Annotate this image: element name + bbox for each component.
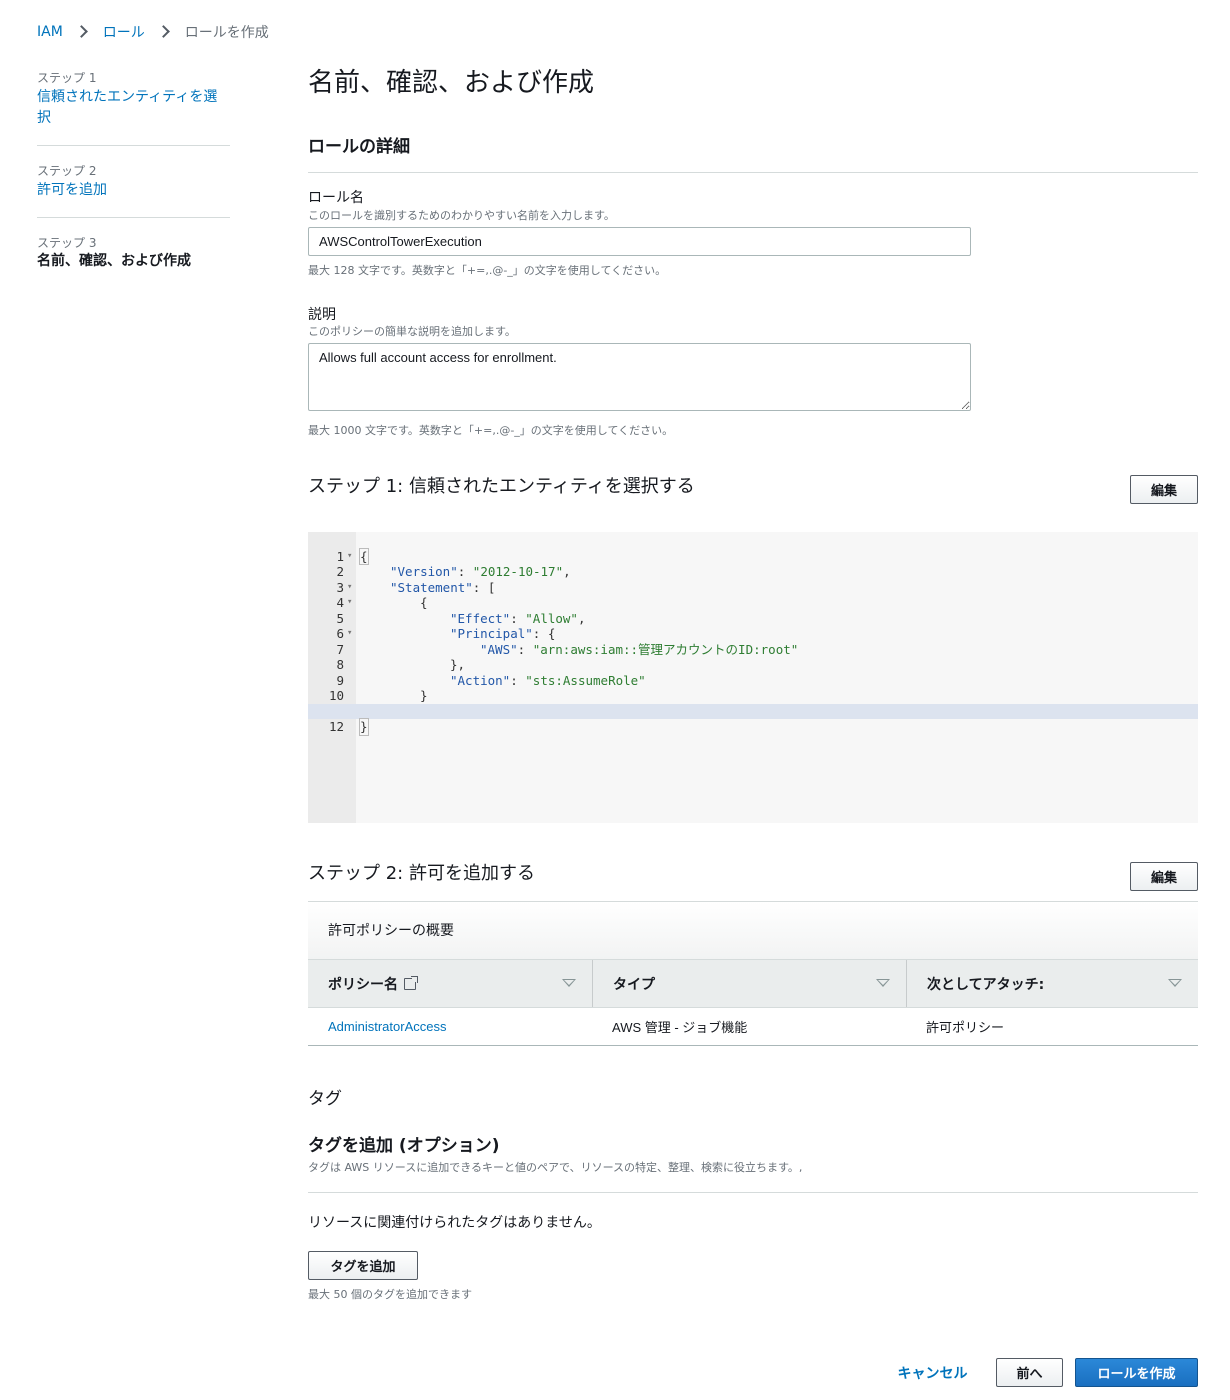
policy-link[interactable]: AdministratorAccess bbox=[328, 1019, 446, 1034]
role-name-description: このロールを識別するためのわかりやすい名前を入力します。 bbox=[308, 209, 615, 222]
code-line-active: 12} bbox=[308, 703, 1198, 736]
code-line: 10} bbox=[308, 673, 1198, 703]
table-caption: 許可ポリシーの概要 bbox=[308, 902, 1198, 960]
breadcrumb-current: ロールを作成 bbox=[184, 25, 269, 41]
wizard-steps-nav: ステップ 1 信頼されたエンティティを選択 ステップ 2 許可を追加 ステップ … bbox=[37, 70, 230, 305]
step-link-add-permissions[interactable]: 許可を追加 bbox=[37, 182, 107, 198]
column-header-policy-name[interactable]: ポリシー名 bbox=[308, 960, 592, 1007]
tags-limit-hint: 最大 50 個のタグを追加できます bbox=[308, 1288, 472, 1301]
permission-policies-table: 許可ポリシーの概要 ポリシー名 タイプ 次としてアタッチ: Administra… bbox=[308, 901, 1198, 1046]
description-hint: 最大 1000 文字です。英数字と「+=,.@-_」の文字を使用してください。 bbox=[308, 424, 674, 437]
create-role-button[interactable]: ロールを作成 bbox=[1075, 1358, 1198, 1387]
role-name-input[interactable] bbox=[308, 227, 971, 256]
code-line: 8}, bbox=[308, 642, 1198, 672]
code-line: 11] bbox=[308, 688, 1198, 719]
step-link-select-entity[interactable]: 信頼されたエンティティを選択 bbox=[37, 89, 217, 126]
step2-section-title: ステップ 2: 許可を追加する bbox=[308, 863, 535, 884]
step-number: ステップ 1 bbox=[37, 71, 97, 85]
no-tags-message: リソースに関連付けられたタグはありません。 bbox=[308, 1215, 601, 1231]
role-name-label: ロール名 bbox=[308, 190, 364, 206]
step1-edit-button[interactable]: 編集 bbox=[1130, 475, 1198, 504]
chevron-right-icon bbox=[75, 24, 91, 40]
attached-as-cell: 許可ポリシー bbox=[926, 1020, 1005, 1035]
trust-policy-code-editor[interactable]: 1 ▾{ 2 "Version": "2012-10-17", 3 ▾ "Stateme… bbox=[308, 532, 1198, 823]
code-line: 7 "AWS": "arn:aws:iam::管理アカウントのID:root" bbox=[308, 626, 1198, 657]
code-line: 4 ▾{ bbox=[308, 580, 1198, 610]
previous-button[interactable]: 前へ bbox=[996, 1358, 1063, 1387]
column-label: 次としてアタッチ: bbox=[927, 976, 1045, 993]
policy-type-cell: AWS 管理 - ジョブ機能 bbox=[612, 1020, 748, 1035]
column-header-type[interactable]: タイプ bbox=[592, 960, 906, 1007]
step2-edit-button[interactable]: 編集 bbox=[1130, 862, 1198, 891]
wizard-step-2: ステップ 2 許可を追加 bbox=[37, 163, 230, 218]
role-details-title: ロールの詳細 bbox=[308, 137, 410, 157]
sort-triangle-icon[interactable] bbox=[562, 979, 576, 987]
divider bbox=[308, 1192, 1198, 1193]
tags-description: タグは AWS リソースに追加できるキーと値のペアで、リソースの特定、整理、検索… bbox=[308, 1161, 803, 1174]
sort-triangle-icon[interactable] bbox=[1168, 979, 1182, 987]
description-textarea[interactable]: Allows full account access for enrollmen… bbox=[308, 343, 971, 411]
chevron-right-icon bbox=[157, 24, 173, 40]
step-number: ステップ 3 bbox=[37, 236, 97, 250]
page-title: 名前、確認、および作成 bbox=[308, 68, 595, 98]
code-text: } bbox=[359, 718, 369, 736]
breadcrumb-iam[interactable]: IAM bbox=[37, 24, 63, 40]
step-number: ステップ 2 bbox=[37, 164, 97, 178]
wizard-step-3: ステップ 3 名前、確認、および作成 bbox=[37, 235, 230, 288]
description-label: 説明 bbox=[308, 307, 336, 323]
external-link-icon bbox=[404, 974, 419, 990]
code-line: 5 "Effect": "Allow", bbox=[308, 595, 1198, 626]
step-current-review: 名前、確認、および作成 bbox=[37, 253, 191, 269]
cancel-button[interactable]: キャンセル bbox=[885, 1362, 980, 1384]
role-name-hint: 最大 128 文字です。英数字と「+=,.@-_」の文字を使用してください。 bbox=[308, 264, 667, 277]
step1-section-title: ステップ 1: 信頼されたエンティティを選択する bbox=[308, 476, 695, 497]
code-line: 9 "Action": "sts:AssumeRole" bbox=[308, 657, 1198, 688]
breadcrumb-roles[interactable]: ロール bbox=[103, 22, 145, 42]
sort-triangle-icon[interactable] bbox=[876, 979, 890, 987]
policy-name-cell: AdministratorAccess bbox=[308, 1019, 592, 1034]
add-tag-button[interactable]: タグを追加 bbox=[308, 1251, 418, 1280]
table-row: AdministratorAccess AWS 管理 - ジョブ機能 許可ポリシ… bbox=[308, 1008, 1198, 1046]
column-header-attached-as[interactable]: 次としてアタッチ: bbox=[906, 960, 1198, 1007]
code-line: 6 ▾ "Principal": { bbox=[308, 611, 1198, 641]
column-label: タイプ bbox=[613, 976, 655, 993]
table-header: ポリシー名 タイプ 次としてアタッチ: bbox=[308, 960, 1198, 1008]
column-label: ポリシー名 bbox=[328, 976, 398, 993]
description-description: このポリシーの簡単な説明を追加します。 bbox=[308, 325, 516, 338]
code-line: 2 "Version": "2012-10-17", bbox=[308, 549, 1198, 579]
divider bbox=[308, 172, 1198, 173]
line-number: 12 bbox=[328, 719, 344, 734]
code-line: 3 ▾ "Statement": [ bbox=[308, 564, 1198, 595]
tags-section-title: タグ bbox=[308, 1089, 342, 1109]
code-line: 1 ▾{ bbox=[308, 533, 1198, 565]
breadcrumb: IAM ロール ロールを作成 bbox=[37, 22, 269, 42]
wizard-step-1: ステップ 1 信頼されたエンティティを選択 bbox=[37, 70, 230, 146]
add-tags-title: タグを追加 (オプション) bbox=[308, 1136, 500, 1156]
